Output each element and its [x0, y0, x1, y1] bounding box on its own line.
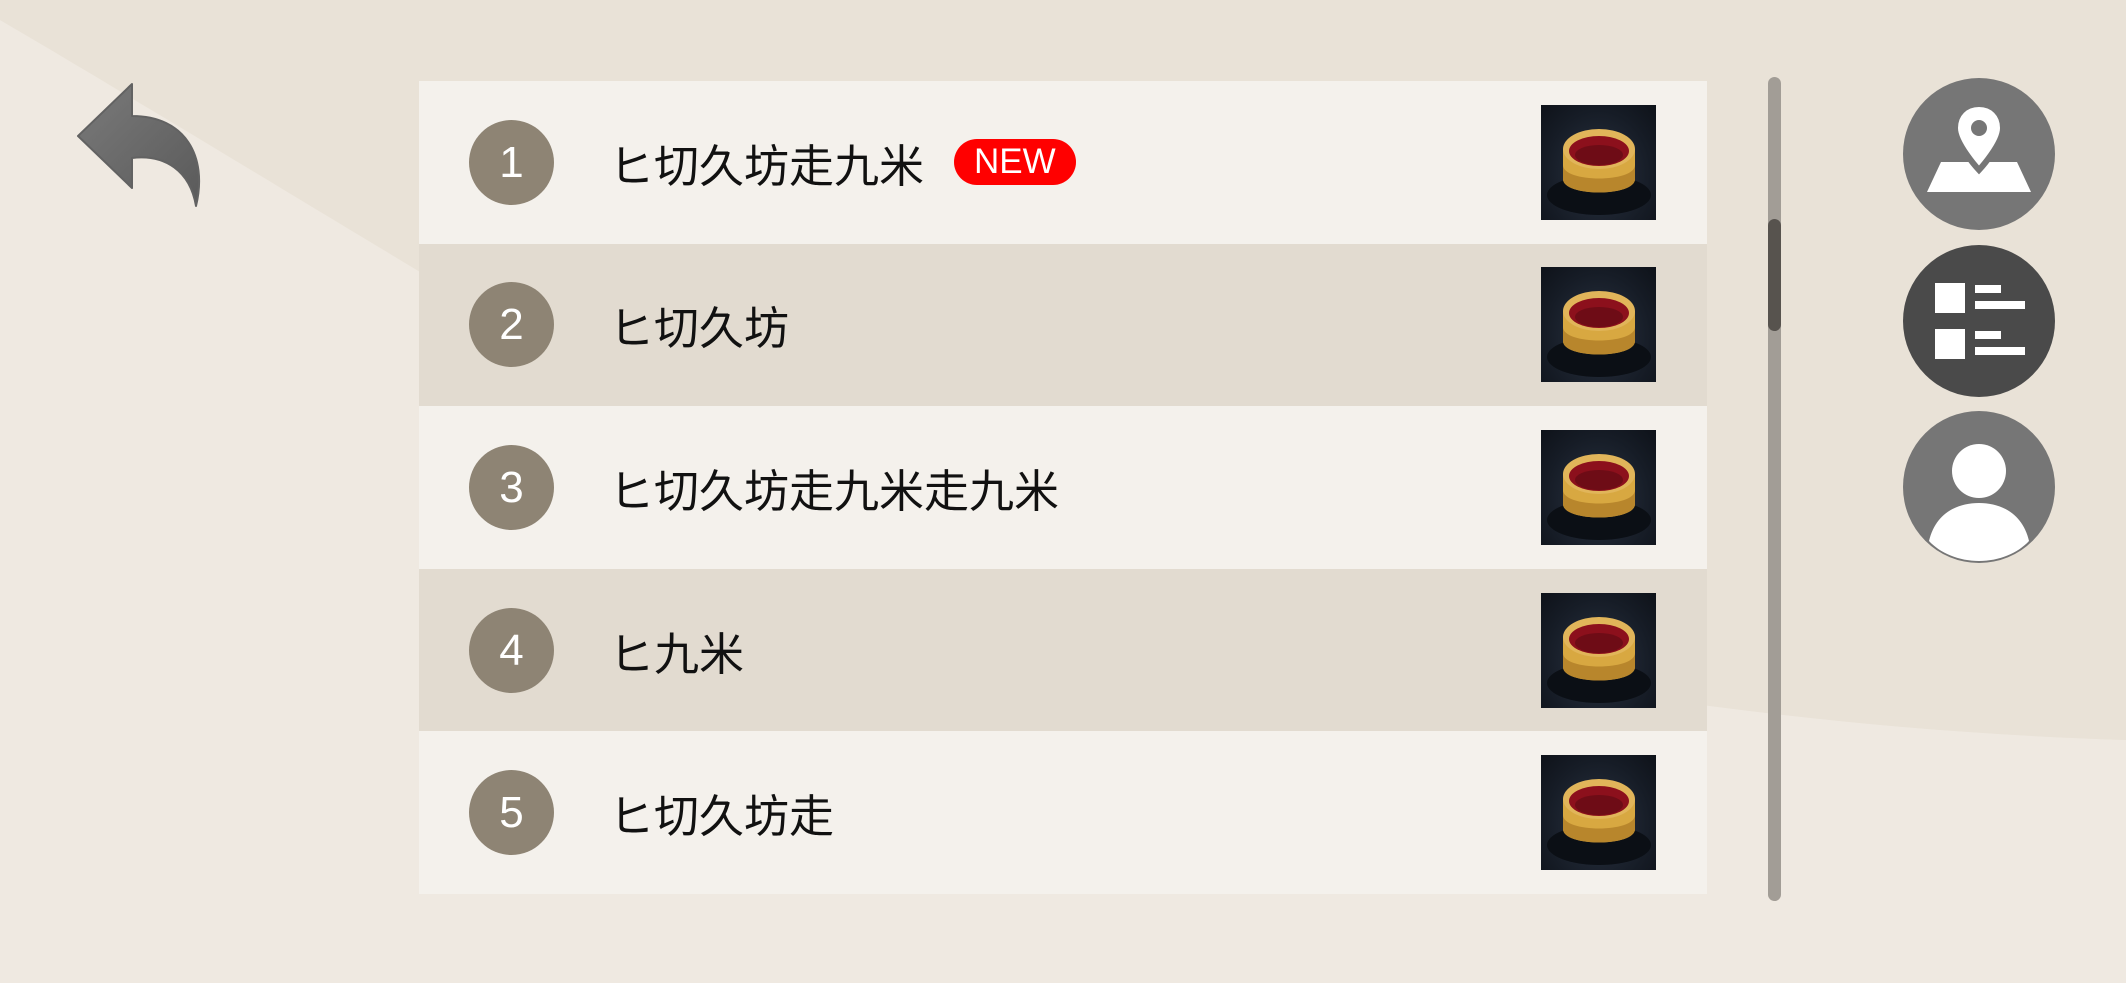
item-title-wrap: ヒ切久坊走九米 NEW: [609, 130, 1076, 195]
list-item[interactable]: 4 ヒ九米: [419, 568, 1707, 732]
item-title: ヒ切久坊走九米走九米: [609, 464, 1060, 518]
cup-image: [1547, 616, 1651, 703]
new-badge: NEW: [954, 139, 1076, 186]
profile-button[interactable]: [1903, 411, 2055, 563]
list-item[interactable]: 5 ヒ切久坊走: [419, 731, 1707, 894]
item-thumbnail[interactable]: [1541, 267, 1656, 383]
list-item[interactable]: 1 ヒ切久坊走九米 NEW: [419, 81, 1707, 244]
item-title-wrap: ヒ切久坊: [609, 292, 789, 357]
item-number-badge: 2: [469, 282, 554, 368]
list-item[interactable]: 2 ヒ切久坊: [419, 243, 1707, 407]
scrollbar[interactable]: [1768, 77, 1781, 901]
list-view-button[interactable]: [1903, 245, 2055, 397]
scrollbar-thumb[interactable]: [1768, 219, 1781, 331]
item-title: ヒ九米: [609, 627, 745, 681]
item-title-wrap: ヒ九米: [609, 618, 744, 683]
item-number-badge: 5: [469, 770, 554, 856]
item-title-wrap: ヒ切久坊走: [609, 780, 834, 845]
item-number-badge: 4: [469, 607, 554, 693]
item-number-badge: 3: [469, 444, 554, 530]
item-title: ヒ切久坊走九米: [609, 139, 925, 193]
item-thumbnail[interactable]: [1541, 755, 1656, 871]
list-item[interactable]: 3 ヒ切久坊走九米走九米: [419, 406, 1707, 569]
cup-image: [1547, 291, 1651, 378]
item-thumbnail[interactable]: [1541, 592, 1656, 708]
cup-image: [1547, 453, 1651, 540]
cup-image: [1547, 128, 1651, 215]
item-thumbnail[interactable]: [1541, 104, 1656, 220]
map-button[interactable]: [1903, 78, 2055, 230]
back-button[interactable]: [70, 76, 210, 216]
list-view-icon: [1935, 283, 2025, 359]
user-profile-icon: [1929, 444, 2029, 561]
item-title: ヒ切久坊走: [609, 790, 835, 844]
back-arrow-icon: [77, 83, 201, 207]
item-thumbnail[interactable]: [1541, 429, 1656, 545]
map-pin-icon: [1927, 100, 2031, 192]
item-title-wrap: ヒ切久坊走九米走九米: [609, 455, 1059, 520]
item-title: ヒ切久坊: [609, 302, 790, 356]
item-list: 1 ヒ切久坊走九米 NEW 2 ヒ切久坊 3 ヒ切久坊走九米走九米 4 ヒ九米 …: [419, 81, 1707, 894]
cup-image: [1547, 779, 1651, 866]
item-number-badge: 1: [469, 119, 554, 205]
